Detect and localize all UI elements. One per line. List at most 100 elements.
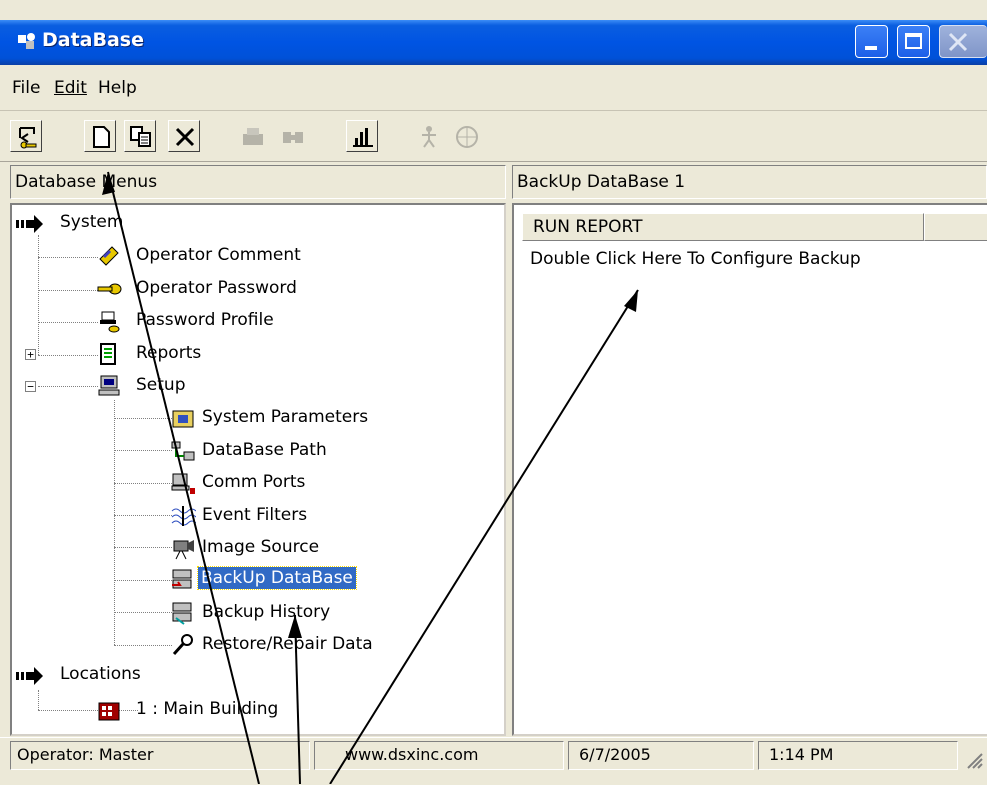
tree-label: DataBase Path (202, 440, 327, 460)
tree-line (114, 450, 172, 451)
tree-label: Password Profile (136, 310, 274, 330)
tree-line (114, 612, 172, 613)
computer-icon (98, 375, 120, 396)
status-date-text: 6/7/2005 (579, 745, 651, 764)
comm-port-icon (171, 473, 195, 494)
key-icon (97, 283, 122, 295)
title-bar[interactable]: DataBase (0, 20, 987, 65)
copy-icon (130, 126, 151, 147)
exit-icon (19, 127, 37, 149)
tree-line (38, 322, 98, 323)
maximize-icon (905, 33, 922, 49)
globe-button[interactable] (450, 120, 482, 152)
database-tree[interactable]: + − System Operator Comment Operator Pas… (10, 203, 506, 736)
status-time-text: 1:14 PM (769, 745, 834, 764)
tree-line (38, 690, 39, 710)
minimize-icon (865, 46, 877, 50)
collapse-setup-toggle[interactable]: − (25, 381, 36, 392)
status-website: www.dsxinc.com (314, 741, 564, 770)
graph-button[interactable] (346, 120, 378, 152)
close-button[interactable] (939, 25, 987, 58)
backup-icon (172, 569, 192, 589)
tree-label: Restore/Repair Data (202, 634, 373, 654)
tree-label: System Parameters (202, 407, 369, 427)
status-time: 1:14 PM (758, 741, 958, 770)
tree-line (114, 400, 115, 645)
tree-label: Setup (136, 375, 186, 395)
arrow-right-icon (16, 667, 43, 685)
building-icon (98, 702, 120, 721)
profile-key-icon (100, 311, 120, 333)
arrow-right-icon (16, 215, 43, 233)
tree-line (114, 547, 172, 548)
minimize-button[interactable] (855, 25, 888, 58)
preview-button[interactable] (276, 120, 308, 152)
menu-edit[interactable]: Edit (54, 78, 87, 98)
globe-icon (456, 126, 478, 148)
app-icon (18, 33, 35, 49)
toolbar (0, 111, 987, 162)
menu-file[interactable]: File (12, 78, 40, 98)
list-item[interactable]: Double Click Here To Configure Backup (530, 249, 861, 269)
tree-line (38, 386, 98, 387)
tree-label: 1 : Main Building (136, 699, 279, 719)
status-date: 6/7/2005 (568, 741, 754, 770)
tree-label: Operator Password (136, 278, 297, 298)
status-operator-text: Operator: Master (17, 745, 154, 764)
tree-line (114, 483, 172, 484)
person-button[interactable] (412, 120, 444, 152)
tree-label: Backup History (202, 602, 331, 622)
comment-icon (99, 246, 119, 266)
backup-list[interactable]: RUN REPORT Double Click Here To Configur… (512, 203, 987, 736)
database-window: DataBase File Edit Help Database Menus B… (0, 0, 987, 785)
tree-line (114, 580, 172, 581)
column-header-label: RUN REPORT (533, 217, 643, 237)
status-operator: Operator: Master (10, 741, 310, 770)
maximize-button[interactable] (897, 25, 930, 58)
tree-label: Image Source (202, 537, 320, 557)
exit-button[interactable] (10, 120, 42, 152)
close-icon (948, 32, 968, 52)
tree-line (38, 710, 138, 711)
window-title: DataBase (42, 29, 144, 51)
tree-line (38, 290, 98, 291)
folder-parameters-icon (172, 410, 194, 428)
backup-history-icon (172, 602, 192, 625)
new-icon (93, 126, 110, 148)
left-pane-title: Database Menus (15, 172, 158, 192)
tree-label: Comm Ports (202, 472, 306, 492)
camera-icon (173, 540, 194, 560)
person-icon (422, 126, 436, 148)
tree-line (114, 418, 172, 419)
graph-icon (353, 128, 373, 147)
wrench-icon (172, 634, 193, 656)
tree-line (114, 645, 172, 646)
menu-help[interactable]: Help (98, 78, 137, 98)
column-header-blank[interactable] (924, 213, 987, 241)
copy-button[interactable] (124, 120, 156, 152)
left-pane-header: Database Menus (10, 165, 506, 199)
tree-label: BackUp DataBase (197, 566, 357, 590)
tree-label: Reports (136, 343, 202, 363)
status-website-text: www.dsxinc.com (345, 745, 479, 764)
tree-line (38, 235, 39, 355)
column-header-run-report[interactable]: RUN REPORT (522, 213, 924, 241)
right-pane-title: BackUp DataBase 1 (517, 172, 686, 192)
tree-label: Locations (60, 664, 141, 684)
tree-line (114, 515, 172, 516)
expand-reports-toggle[interactable]: + (25, 349, 36, 360)
filter-icon (171, 506, 196, 526)
delete-button[interactable] (168, 120, 200, 152)
delete-icon (175, 127, 195, 147)
new-button[interactable] (84, 120, 116, 152)
tree-label: System (60, 212, 124, 232)
tree-line (38, 257, 98, 258)
menu-bar: File Edit Help (0, 65, 987, 111)
tree-line (38, 355, 98, 356)
print-button[interactable] (236, 120, 268, 152)
tree-label: Event Filters (202, 505, 308, 525)
reports-icon (100, 343, 116, 365)
right-pane-header: BackUp DataBase 1 (512, 165, 987, 199)
preview-icon (283, 132, 303, 143)
resize-grip-icon[interactable] (962, 748, 984, 770)
